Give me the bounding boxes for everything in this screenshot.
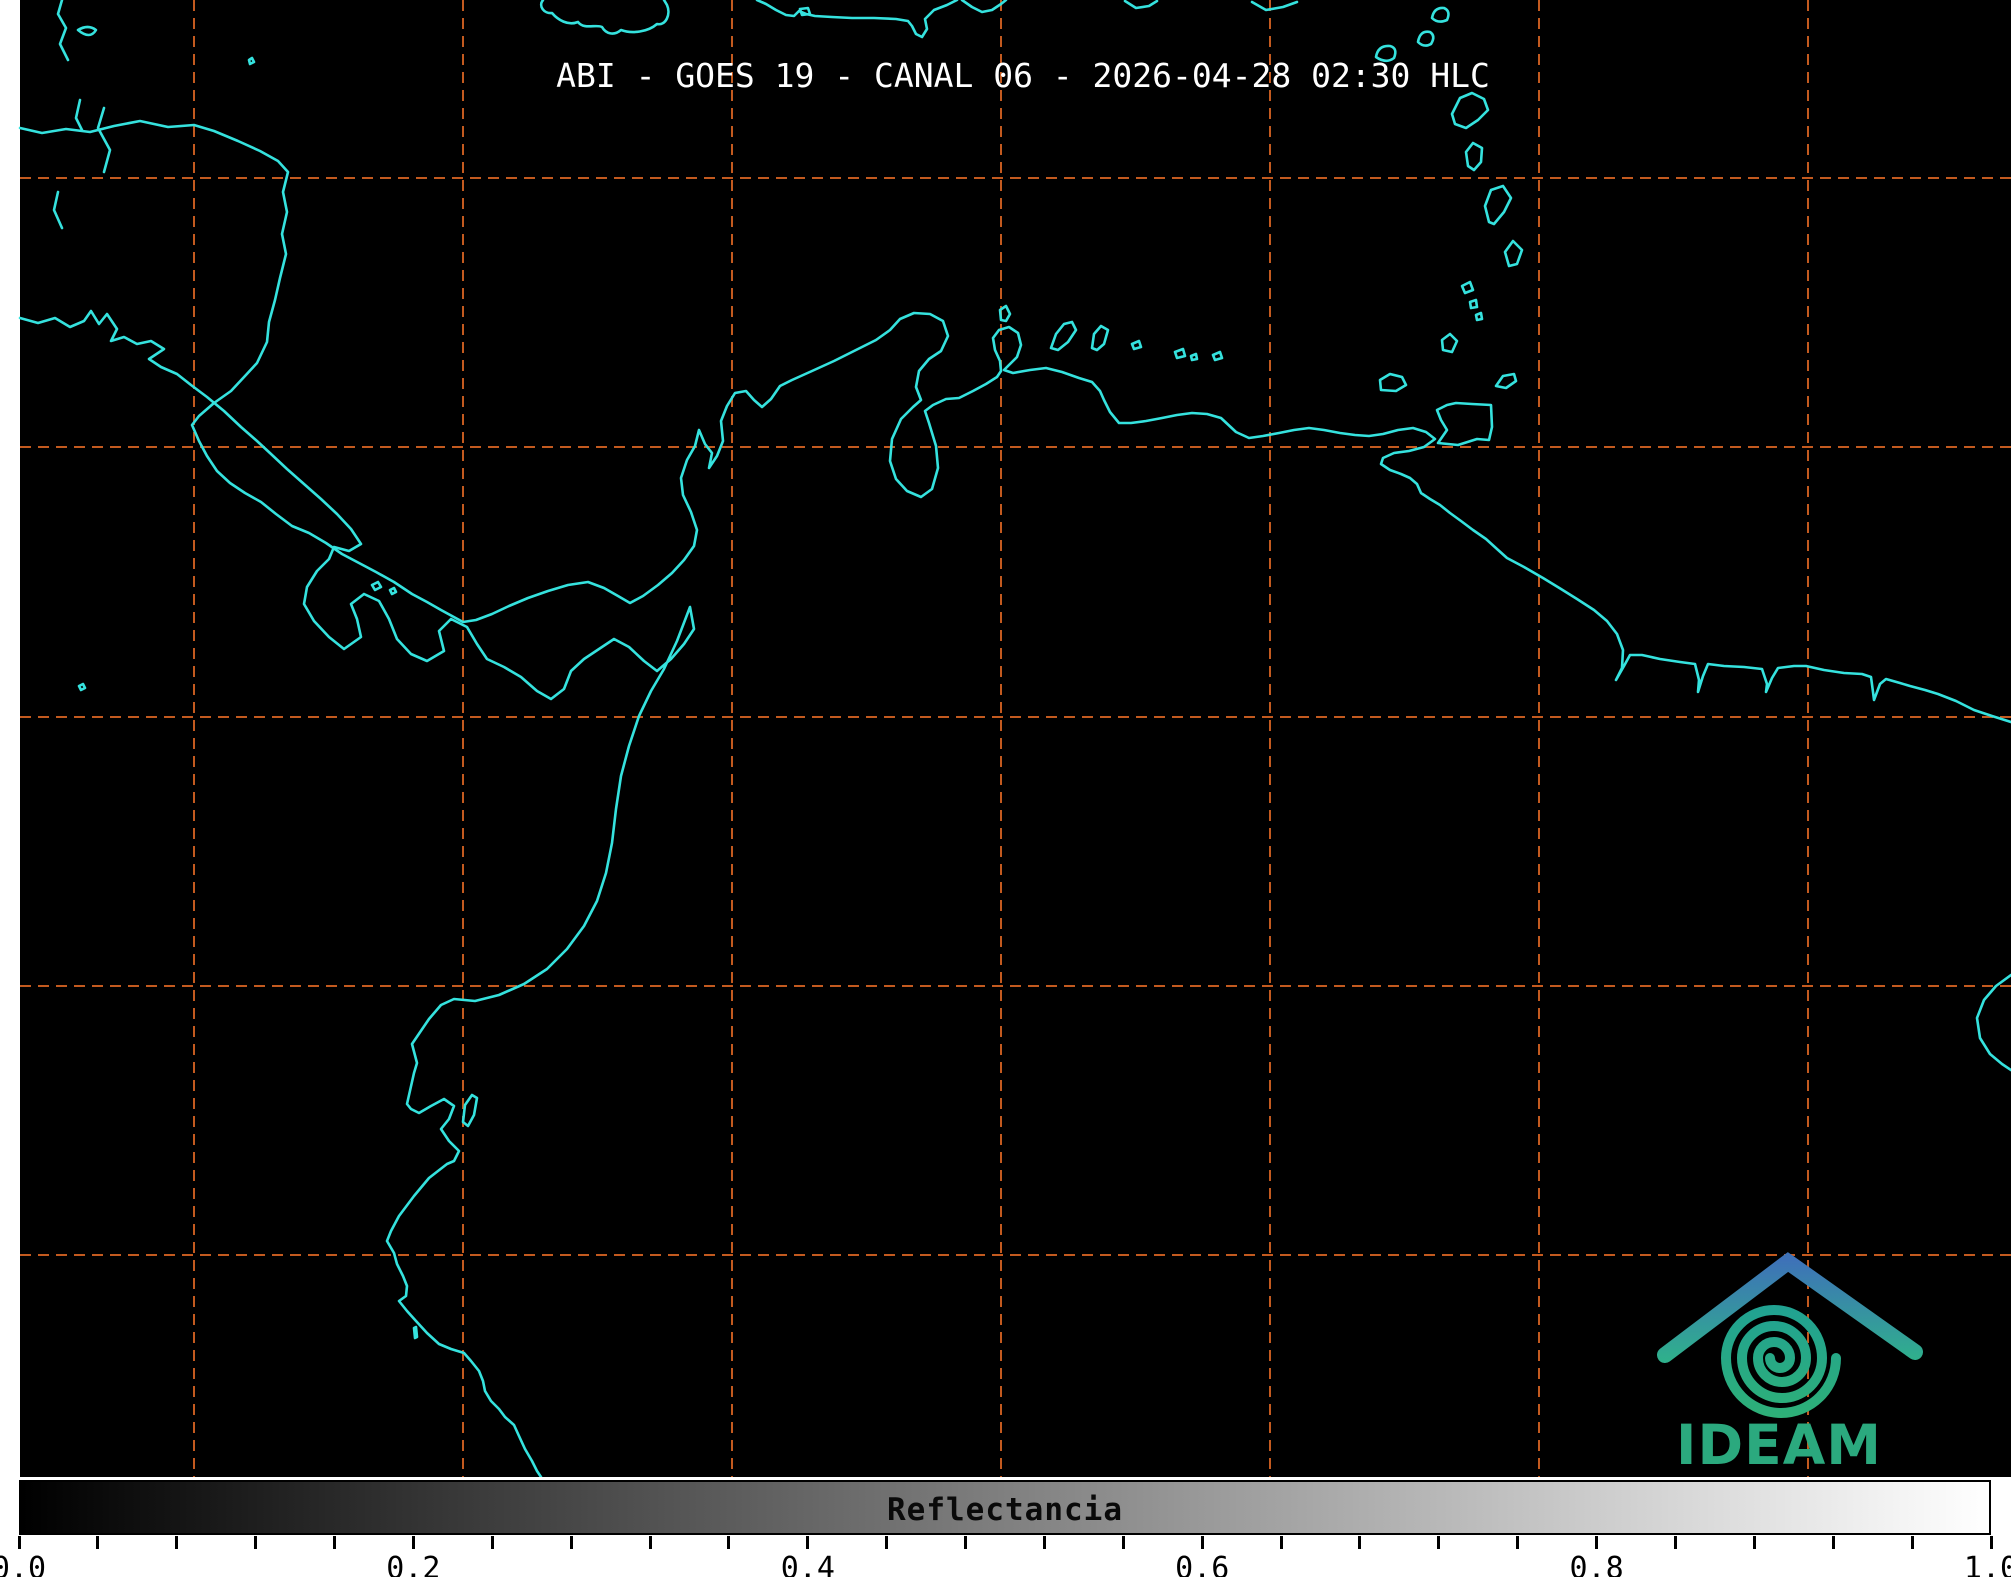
colorbar-tick-label: 0.6	[1175, 1551, 1230, 1577]
colorbar-tick-label: 0.2	[386, 1551, 441, 1577]
colorbar-tick	[96, 1536, 100, 1549]
colorbar-tick-label: 0.4	[780, 1551, 835, 1577]
colorbar-tick	[1042, 1536, 1046, 1549]
colorbar-tick	[490, 1536, 494, 1549]
colorbar-area: Reflectancia 0.0 0.2 0.4 0.6 0.8 1.0	[0, 1477, 2011, 1577]
colorbar-tick	[1437, 1536, 1441, 1549]
colorbar-tick	[1831, 1536, 1835, 1549]
colorbar-tick	[648, 1536, 652, 1549]
satellite-map: IDEAM ABI - GOES 19 - CANAL 06 - 2026-04…	[0, 0, 2011, 1479]
colorbar-tick-label: 0.0	[0, 1551, 47, 1577]
satellite-map-canvas: IDEAM ABI - GOES 19 - CANAL 06 - 2026-04…	[18, 0, 2011, 1479]
colorbar-tick	[1358, 1536, 1362, 1549]
colorbar-label: Reflectancia	[887, 1492, 1123, 1528]
coastline-path	[412, 1325, 419, 1340]
ideam-logo-text: IDEAM	[1676, 1413, 1882, 1477]
colorbar-tick	[1989, 1536, 1993, 1549]
colorbar-tick	[254, 1536, 258, 1549]
colorbar-tick	[569, 1536, 573, 1549]
satellite-image-page: IDEAM ABI - GOES 19 - CANAL 06 - 2026-04…	[0, 0, 2011, 1577]
colorbar-tick	[1752, 1536, 1756, 1549]
colorbar-tick	[806, 1536, 810, 1549]
colorbar-tick	[727, 1536, 731, 1549]
colorbar-tick	[175, 1536, 179, 1549]
colorbar-tick	[1516, 1536, 1520, 1549]
colorbar-tick	[1595, 1536, 1599, 1549]
colorbar-tick	[1279, 1536, 1283, 1549]
colorbar-tick	[411, 1536, 415, 1549]
colorbar-tick	[1121, 1536, 1125, 1549]
colorbar-tick	[333, 1536, 337, 1549]
colorbar-tick-label: 0.8	[1569, 1551, 1624, 1577]
map-title: ABI - GOES 19 - CANAL 06 - 2026-04-28 02…	[556, 56, 1490, 95]
colorbar-tick	[1673, 1536, 1677, 1549]
colorbar-tick	[964, 1536, 968, 1549]
colorbar-tick	[1910, 1536, 1914, 1549]
colorbar-tick	[885, 1536, 889, 1549]
colorbar-tick	[1200, 1536, 1204, 1549]
colorbar-tick	[17, 1536, 21, 1549]
reflectance-colorbar: Reflectancia	[19, 1480, 1991, 1535]
colorbar-tick-label: 1.0	[1963, 1551, 2011, 1577]
